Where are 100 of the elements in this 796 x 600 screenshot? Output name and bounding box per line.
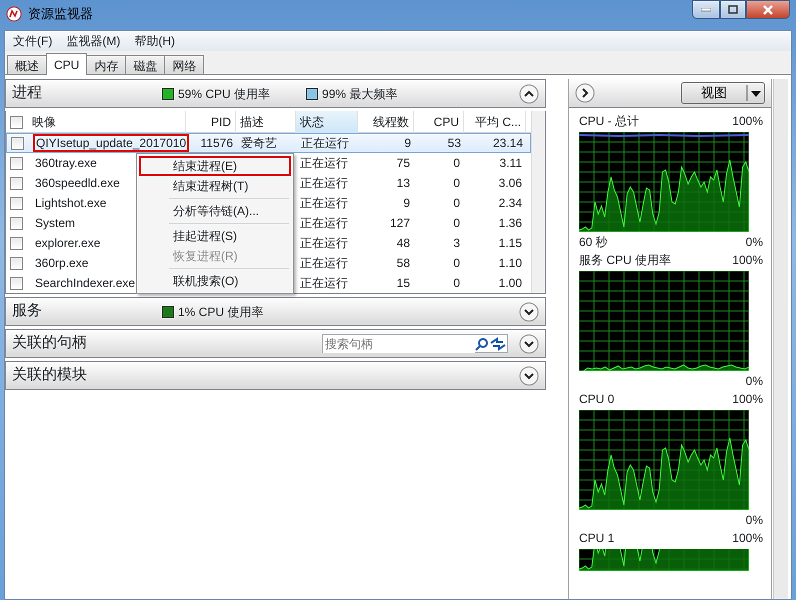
- table-cell: 9: [403, 196, 410, 210]
- section-title: 关联的句柄: [12, 333, 88, 354]
- table-cell: 爱奇艺: [241, 136, 277, 150]
- app-icon: [6, 6, 22, 22]
- table-cell: 0: [453, 216, 460, 230]
- graph-min-label: 0%: [746, 513, 763, 528]
- row-checkbox[interactable]: [10, 176, 23, 190]
- table-cell: 0: [453, 176, 460, 190]
- collapse-icon[interactable]: [519, 84, 539, 104]
- row-checkbox[interactable]: [10, 196, 23, 210]
- close-icon: [762, 4, 774, 14]
- table-cell: 127: [390, 216, 410, 230]
- table-cell: 58: [396, 256, 410, 270]
- table-cell: 3.06: [498, 176, 522, 190]
- table-cell: 15: [396, 276, 410, 290]
- table-cell: 1.36: [498, 216, 522, 230]
- row-checkbox[interactable]: [10, 276, 23, 290]
- process-name: QIYIsetup_update_2017010: [33, 134, 190, 152]
- table-cell: 11576: [200, 136, 233, 150]
- section-header[interactable]: 关联的模块: [5, 361, 546, 390]
- table-cell: 48: [396, 236, 410, 250]
- minimize-button[interactable]: [692, 0, 720, 19]
- table-cell: 0: [453, 256, 460, 270]
- selected-row[interactable]: QIYIsetup_update_2017010 11576 爱奇艺 正在运行 9 53 23.14: [6, 133, 531, 153]
- table-cell: 正在运行: [301, 136, 349, 150]
- graph-max-label: 100%: [732, 392, 763, 407]
- tab[interactable]: 概述: [7, 55, 47, 74]
- row-checkbox[interactable]: [10, 256, 23, 270]
- expand-icon[interactable]: [519, 366, 539, 386]
- row-checkbox[interactable]: [10, 216, 23, 230]
- legend-text: 59% CPU 使用率: [178, 86, 270, 102]
- menu-item[interactable]: 文件(F): [7, 32, 58, 50]
- graph-title: CPU - 总计: [579, 114, 639, 129]
- menu-item[interactable]: 结束进程树(T): [139, 176, 291, 196]
- table-cell: 75: [396, 156, 410, 170]
- process-name: 360rp.exe: [34, 255, 90, 272]
- close-button[interactable]: [746, 0, 790, 19]
- column-header[interactable]: 状态: [296, 111, 358, 133]
- collapse-panel-icon[interactable]: [575, 83, 595, 103]
- process-name: 360speedld.exe: [34, 175, 121, 192]
- table-cell: 3.11: [500, 156, 522, 170]
- scrollbar[interactable]: [531, 111, 545, 293]
- table-cell: 正在运行: [300, 256, 348, 270]
- row-checkbox[interactable]: [10, 236, 23, 250]
- scrollbar[interactable]: [773, 79, 788, 599]
- section-title: 进程: [12, 83, 43, 104]
- search-field[interactable]: 搜索句柄: [322, 334, 508, 353]
- menu-item[interactable]: 联机搜索(O): [139, 271, 291, 291]
- process-name: SearchIndexer.exe: [34, 275, 136, 292]
- maximize-button[interactable]: [720, 0, 746, 19]
- table-cell: 0: [453, 156, 460, 170]
- table-cell: 9: [404, 136, 411, 150]
- table-cell: 1.00: [498, 276, 522, 290]
- row-checkbox[interactable]: [10, 156, 23, 170]
- section-header[interactable]: 服务 1% CPU 使用率: [5, 297, 546, 326]
- row-checkbox[interactable]: [11, 136, 24, 150]
- header-checkbox[interactable]: [10, 116, 23, 128]
- graph-min-label: 0%: [746, 374, 763, 389]
- graph-title: 服务 CPU 使用率: [579, 253, 672, 268]
- table-cell: 53: [448, 136, 461, 150]
- tab[interactable]: 内存: [86, 55, 126, 74]
- table-cell: 正在运行: [300, 156, 348, 170]
- tab[interactable]: CPU: [46, 53, 88, 75]
- menu-item[interactable]: 分析等待链(A)...: [139, 201, 291, 221]
- graph-max-label: 100%: [732, 114, 763, 129]
- menu-item[interactable]: 结束进程(E): [139, 156, 291, 176]
- table-cell: 正在运行: [300, 176, 348, 190]
- refresh-icon[interactable]: [489, 336, 507, 350]
- menu-item[interactable]: 帮助(H): [128, 32, 181, 50]
- time-label: 60 秒: [579, 235, 608, 250]
- search-icon[interactable]: [475, 336, 489, 350]
- table-cell: 23.14: [492, 136, 523, 150]
- section-header[interactable]: 进程 59% CPU 使用率 99% 最大频率: [5, 79, 546, 108]
- process-name: System: [34, 215, 76, 232]
- table-cell: 正在运行: [300, 196, 348, 210]
- table-cell: 2.34: [498, 196, 522, 210]
- expand-icon[interactable]: [519, 302, 539, 322]
- menu-item[interactable]: 挂起进程(S): [139, 226, 291, 246]
- table-cell: 0: [453, 196, 460, 210]
- view-button[interactable]: 视图: [681, 82, 765, 104]
- table-cell: 13: [396, 176, 410, 190]
- table-cell: 1.10: [498, 256, 522, 270]
- table-cell: 正在运行: [300, 276, 348, 290]
- menu-item[interactable]: 监视器(M): [60, 32, 126, 50]
- table-cell: 正在运行: [300, 236, 348, 250]
- section-title: 关联的模块: [12, 365, 88, 386]
- tab[interactable]: 磁盘: [125, 55, 166, 74]
- graph-title: CPU 0: [579, 392, 614, 407]
- graph-min-label: 0%: [746, 235, 763, 250]
- caret-icon: [746, 83, 764, 103]
- process-name: Lightshot.exe: [34, 195, 108, 212]
- section-header[interactable]: 关联的句柄 搜索句柄: [5, 329, 546, 358]
- process-name: 360tray.exe: [34, 155, 98, 172]
- legend-text: 1% CPU 使用率: [178, 304, 264, 320]
- tab[interactable]: 网络: [164, 55, 204, 74]
- expand-icon[interactable]: [519, 334, 539, 354]
- graph-max-label: 100%: [732, 253, 763, 268]
- graph-max-label: 100%: [732, 531, 763, 546]
- table-cell: 1.15: [498, 236, 522, 250]
- table-cell: 正在运行: [300, 216, 348, 230]
